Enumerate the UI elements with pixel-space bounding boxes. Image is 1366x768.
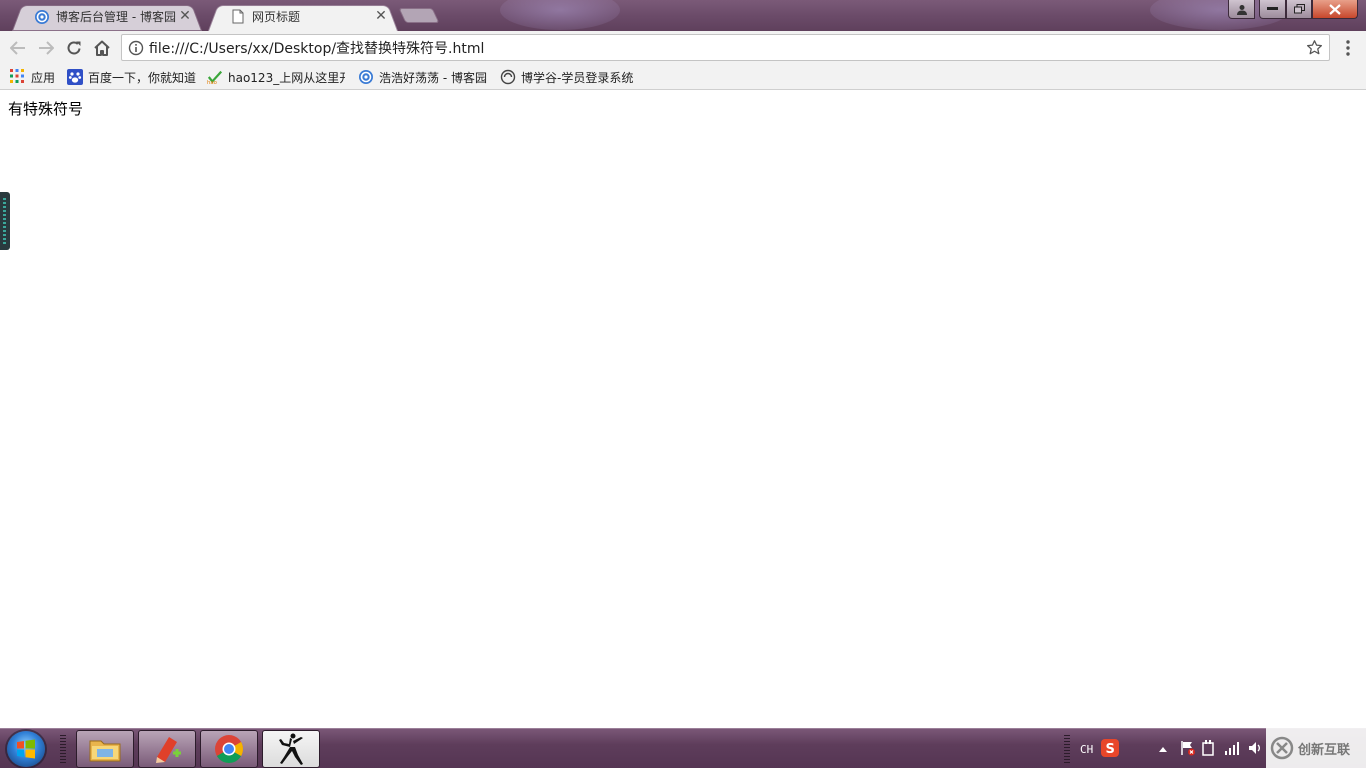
action-center-flag-icon[interactable]: [1180, 740, 1196, 759]
url-input[interactable]: [149, 38, 1299, 58]
taskbar-file-explorer[interactable]: [76, 730, 134, 768]
bookmark-star-icon[interactable]: [1306, 39, 1323, 56]
bookmark-label: hao123_上网从这里开: [228, 70, 345, 85]
bookmark-hao123[interactable]: hao hao123_上网从这里开: [207, 68, 345, 86]
watermark-text: 创新互联: [1298, 742, 1351, 758]
tab-blog-admin[interactable]: 博客后台管理 - 博客园 ✕: [12, 2, 202, 31]
system-tray: CH S: [1080, 729, 1120, 768]
cnblogs-icon: [34, 9, 50, 25]
taskbar-grip: [60, 735, 66, 763]
tray-icons: [1158, 729, 1262, 768]
close-tab-icon[interactable]: ✕: [178, 9, 192, 23]
notes-app-icon: [156, 737, 181, 763]
reload-button[interactable]: [63, 37, 85, 59]
taskbar-chrome[interactable]: [200, 730, 258, 768]
bookmark-label: 浩浩好荡荡 - 博客园: [379, 70, 487, 85]
tab-title: 博客后台管理 - 博客园: [56, 10, 176, 24]
minimize-icon[interactable]: [1259, 0, 1286, 19]
volume-icon[interactable]: [1248, 741, 1262, 758]
titlebar-glow: [500, 0, 620, 30]
bookmark-boxuegu[interactable]: 博学谷-学员登录系统: [500, 68, 633, 86]
bookmark-baidu[interactable]: 百度一下，你就知道: [67, 68, 196, 86]
info-icon[interactable]: [128, 40, 144, 56]
bookmark-label: 百度一下，你就知道: [88, 70, 197, 85]
apps-grid-icon: [10, 69, 26, 85]
new-tab-button[interactable]: [402, 8, 436, 23]
baidu-paw-icon: [67, 69, 83, 85]
chrome-icon: [215, 735, 243, 763]
windows-logo-icon: [17, 739, 35, 759]
menu-kebab-icon[interactable]: [1340, 39, 1356, 57]
sogou-ime-icon[interactable]: S: [1101, 738, 1120, 760]
back-button[interactable]: [7, 37, 29, 59]
tray-grip: [1064, 735, 1070, 763]
bookmark-apps[interactable]: 应用: [10, 68, 55, 86]
restore-icon[interactable]: [1286, 0, 1312, 19]
close-icon[interactable]: [1312, 0, 1358, 19]
start-button[interactable]: [7, 731, 45, 767]
page-content: 有特殊符号: [0, 90, 1366, 728]
bookmark-label: 博学谷-学员登录系统: [521, 70, 634, 85]
svg-text:S: S: [1106, 742, 1115, 757]
title-bar: 博客后台管理 - 博客园 ✕ 网页标题 ✕: [0, 0, 1366, 31]
body-text: 有特殊符号: [8, 100, 84, 118]
taskbar: CH S: [0, 728, 1366, 768]
watermark-logo: 创新互联: [1266, 728, 1366, 768]
browser-toolbar: [0, 31, 1366, 64]
page-icon: [230, 9, 246, 25]
file-explorer-icon: [89, 740, 121, 762]
tab-title: 网页标题: [252, 10, 301, 24]
taskbar-notes-app[interactable]: [138, 730, 196, 768]
network-signal-icon[interactable]: [1224, 741, 1240, 758]
power-icon[interactable]: [1202, 739, 1214, 759]
boxuegu-icon: [500, 69, 516, 85]
show-hidden-icons-arrow[interactable]: [1158, 742, 1168, 756]
bookmark-label: 应用: [31, 70, 56, 85]
bookmarks-bar: 应用 百度一下，你就知道 hao hao123_上网从这里开 浩浩好荡荡 - 博…: [0, 64, 1366, 90]
close-tab-icon[interactable]: ✕: [374, 9, 388, 23]
jordan-jumpman-icon: [279, 733, 303, 765]
bookmark-cnblogs[interactable]: 浩浩好荡荡 - 博客园: [358, 68, 487, 86]
tab-page-title[interactable]: 网页标题 ✕: [208, 2, 398, 31]
side-panel-handle[interactable]: [0, 192, 10, 250]
forward-button[interactable]: [35, 37, 57, 59]
language-indicator[interactable]: CH: [1080, 743, 1093, 756]
svg-text:hao: hao: [207, 80, 217, 85]
watermark-icon: [1270, 736, 1294, 760]
user-icon[interactable]: [1228, 0, 1255, 19]
hao123-icon: hao: [207, 69, 223, 85]
home-button[interactable]: [91, 37, 113, 59]
taskbar-jordan-app[interactable]: [262, 730, 320, 768]
cnblogs-icon: [358, 69, 374, 85]
window-controls: [1228, 0, 1358, 20]
address-bar[interactable]: [121, 34, 1330, 61]
